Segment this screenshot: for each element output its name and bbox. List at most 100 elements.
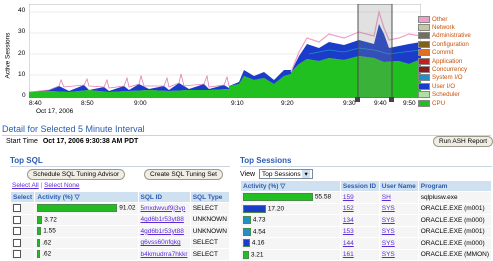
view-label: View (240, 171, 256, 178)
top-sql-title: Top SQL (10, 156, 43, 165)
row-checkbox[interactable] (13, 238, 21, 247)
chart-legend: Other Network Administrative Configurati… (418, 15, 493, 107)
table-row: 4.73 134 SYS ORACLE.EXE (m000) (240, 214, 493, 227)
chart-area: Active Sessions 40 30 20 10 0 8:40 8:50 … (0, 0, 493, 122)
sql-id-link[interactable]: 5mxdwvuf9j3vp (141, 205, 186, 212)
session-id-link[interactable]: 134 (343, 217, 354, 224)
legend-item-application[interactable]: Application (418, 57, 493, 65)
activity-bar (37, 215, 43, 224)
view-selector: View Top Sessions ▾ (240, 169, 313, 179)
session-id-link[interactable]: 152 (343, 205, 354, 212)
select-none-link[interactable]: Select None (44, 182, 79, 189)
detail-divider (2, 135, 491, 136)
legend-item-concurrency[interactable]: Concurrency (418, 65, 493, 74)
sql-id-link[interactable]: b4kmudrra7hkkr (141, 251, 188, 258)
row-checkbox[interactable] (13, 215, 21, 224)
select-all-link[interactable]: Select All (12, 182, 39, 189)
active-sessions-chart[interactable] (29, 4, 421, 98)
top-sql-divider (10, 166, 230, 167)
y-tick-20: 20 (18, 50, 26, 57)
legend-item-cpu[interactable]: CPU (418, 99, 493, 107)
user-name-link[interactable]: SYS (382, 240, 395, 247)
x-tick-3: 9:00 (134, 100, 147, 107)
legend-item-user-io[interactable]: User I/O (418, 82, 493, 90)
col-select: Select (9, 191, 36, 203)
col-activity[interactable]: Activity (%) ▽ (34, 191, 139, 203)
legend-swatch (418, 91, 430, 99)
user-name-link[interactable]: SH (382, 194, 391, 201)
legend-swatch (418, 40, 430, 48)
legend-swatch (418, 15, 430, 23)
sql-type-cell: SELECT (189, 202, 231, 215)
activity-bar (243, 204, 266, 213)
start-time-row: Start Time Oct 17, 2006 9:30:38 AM PDT (6, 138, 138, 145)
x-tick-4: 9:10 (231, 100, 244, 107)
activity-bar (37, 250, 41, 259)
x-tick-2: 8:50 (81, 100, 94, 107)
sql-type-cell: UNKNOWN (189, 213, 231, 226)
session-id-link[interactable]: 159 (343, 194, 354, 201)
sql-id-link[interactable]: g6vss60nfqkg (141, 239, 181, 246)
y-tick-40: 40 (18, 7, 26, 14)
session-id-link[interactable]: 144 (343, 240, 354, 247)
run-ash-report-button[interactable]: Run ASH Report (433, 136, 493, 147)
table-row: 55.58 159 SH sqlplusw.exe (240, 191, 493, 204)
sql-type-cell: UNKNOWN (189, 225, 231, 238)
legend-item-commit[interactable]: Commit (418, 49, 493, 57)
view-select[interactable]: Top Sessions ▾ (259, 169, 313, 179)
legend-item-scheduler[interactable]: Scheduler (418, 91, 493, 99)
user-name-link[interactable]: SYS (382, 217, 395, 224)
start-time-label: Start Time (6, 138, 38, 145)
legend-item-administrative[interactable]: Administrative (418, 32, 493, 40)
activity-bar (243, 193, 313, 202)
col-activity[interactable]: Activity (%) ▽ (240, 180, 341, 192)
detail-title: Detail for Selected 5 Minute Interval (2, 124, 145, 134)
legend-swatch (418, 24, 430, 32)
col-sql-id[interactable]: SQL ID (137, 191, 191, 203)
legend-item-configuration[interactable]: Configuration (418, 40, 493, 48)
table-header-row: Select Activity (%) ▽ SQL ID SQL Type (9, 191, 231, 203)
user-name-link[interactable]: SYS (382, 228, 395, 235)
x-date-label: Oct 17, 2006 (36, 108, 74, 115)
sort-desc-icon: ▽ (74, 194, 80, 201)
activity-bar (243, 227, 251, 236)
top-sessions-divider (240, 166, 492, 167)
legend-item-system-io[interactable]: System I/O (418, 74, 493, 82)
program-cell: sqlplusw.exe (417, 191, 493, 204)
top-sessions-table: Activity (%) ▽ Session ID User Name Prog… (240, 180, 493, 261)
legend-swatch (418, 99, 430, 107)
y-axis-label: Active Sessions (4, 32, 12, 79)
col-program[interactable]: Program (417, 180, 493, 192)
session-id-link[interactable]: 161 (343, 251, 354, 258)
col-user-name[interactable]: User Name (378, 180, 419, 192)
row-checkbox[interactable] (13, 204, 21, 213)
sql-id-link[interactable]: 4gd6b1r53yt88 (141, 216, 184, 223)
col-session-id[interactable]: Session ID (339, 180, 380, 192)
schedule-sql-tuning-advisor-button[interactable]: Schedule SQL Tuning Advisor (27, 169, 126, 180)
program-cell: ORACLE.EXE (m000) (417, 214, 493, 227)
start-time-value: Oct 17, 2006 9:30:38 AM PDT (42, 138, 139, 145)
legend-swatch (418, 49, 430, 57)
table-row: .62 g6vss60nfqkg SELECT (9, 236, 231, 249)
legend-swatch (418, 74, 430, 82)
sql-type-cell: SELECT (189, 248, 231, 261)
col-sql-type[interactable]: SQL Type (189, 191, 231, 203)
sql-id-link[interactable]: 4gd6b1r53yt88 (141, 228, 184, 235)
selection-handle-right[interactable] (389, 97, 394, 102)
session-id-link[interactable]: 153 (343, 228, 354, 235)
x-tick-5: 9:20 (281, 100, 294, 107)
row-checkbox[interactable] (13, 227, 21, 236)
row-checkbox[interactable] (13, 250, 21, 259)
user-name-link[interactable]: SYS (382, 251, 395, 258)
chevron-down-icon: ▾ (302, 170, 310, 178)
create-sql-tuning-set-button[interactable]: Create SQL Tuning Set (144, 169, 223, 180)
legend-swatch (418, 66, 430, 74)
user-name-link[interactable]: SYS (382, 205, 395, 212)
x-tick-6: 9:30 (343, 100, 356, 107)
legend-item-other[interactable]: Other (418, 15, 493, 23)
table-row: .62 b4kmudrra7hkkr SELECT (9, 248, 231, 261)
legend-swatch (418, 82, 430, 90)
table-row: 4.54 153 SYS ORACLE.EXE (m001) (240, 225, 493, 238)
legend-item-network[interactable]: Network (418, 23, 493, 32)
table-row: 17.20 152 SYS ORACLE.EXE (m001) (240, 202, 493, 215)
